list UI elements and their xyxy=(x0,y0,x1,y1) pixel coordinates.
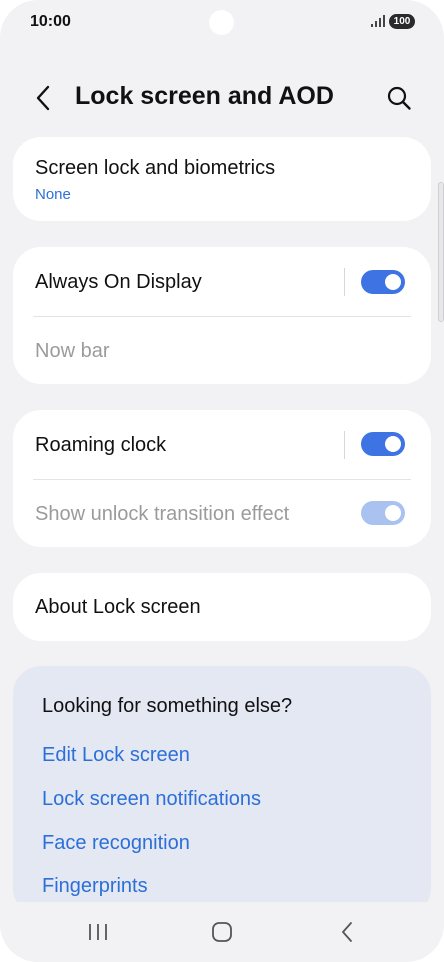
about-card[interactable]: About Lock screen xyxy=(13,573,431,641)
back-icon xyxy=(342,922,352,942)
phone-screen: 10:00 100 Lock screen and AOD Screen loc… xyxy=(0,0,444,962)
page-title: Lock screen and AOD xyxy=(75,82,334,110)
suggestions-title: Looking for something else? xyxy=(42,695,293,717)
aod-toggle[interactable] xyxy=(361,270,405,294)
aod-row[interactable]: Always On Display xyxy=(13,247,431,317)
now-bar-title: Now bar xyxy=(35,340,110,362)
search-icon xyxy=(387,86,411,110)
scrollbar[interactable] xyxy=(438,182,444,322)
link-fingerprints[interactable]: Fingerprints xyxy=(42,875,148,898)
screen-lock-value: None xyxy=(35,186,71,203)
unlock-effect-row: Show unlock transition effect xyxy=(13,480,431,547)
back-button[interactable] xyxy=(28,83,58,113)
aod-title: Always On Display xyxy=(35,271,202,293)
screen-lock-card[interactable]: Screen lock and biometrics None xyxy=(13,137,431,221)
roaming-card: Roaming clock Show unlock transition eff… xyxy=(13,410,431,547)
nav-back-button[interactable] xyxy=(327,914,367,950)
navigation-bar xyxy=(0,902,444,962)
now-bar-row: Now bar xyxy=(13,317,431,384)
aod-card: Always On Display Now bar xyxy=(13,247,431,384)
chevron-left-icon xyxy=(36,85,50,111)
recents-button[interactable] xyxy=(78,914,118,950)
home-icon xyxy=(212,922,232,942)
recents-icon xyxy=(89,924,107,940)
screen-lock-title: Screen lock and biometrics xyxy=(35,157,276,179)
toggle-knob xyxy=(385,274,401,290)
signal-icon xyxy=(371,15,385,27)
unlock-effect-toggle xyxy=(361,501,405,525)
toggle-knob xyxy=(385,436,401,452)
search-button[interactable] xyxy=(384,83,414,113)
battery-indicator: 100 xyxy=(389,14,415,29)
camera-cutout xyxy=(209,10,234,35)
suggestions-card: Looking for something else? Edit Lock sc… xyxy=(13,666,431,916)
link-lock-screen-notifications[interactable]: Lock screen notifications xyxy=(42,788,261,811)
about-title: About Lock screen xyxy=(35,596,201,618)
roaming-clock-title: Roaming clock xyxy=(35,434,167,456)
status-time: 10:00 xyxy=(30,13,71,30)
toggle-knob xyxy=(385,505,401,521)
roaming-clock-toggle[interactable] xyxy=(361,432,405,456)
unlock-effect-title: Show unlock transition effect xyxy=(35,503,290,525)
roaming-clock-row[interactable]: Roaming clock xyxy=(13,410,431,480)
link-face-recognition[interactable]: Face recognition xyxy=(42,832,190,855)
link-edit-lock-screen[interactable]: Edit Lock screen xyxy=(42,744,190,767)
vertical-separator xyxy=(344,431,345,459)
home-button[interactable] xyxy=(202,914,242,950)
vertical-separator xyxy=(344,268,345,296)
